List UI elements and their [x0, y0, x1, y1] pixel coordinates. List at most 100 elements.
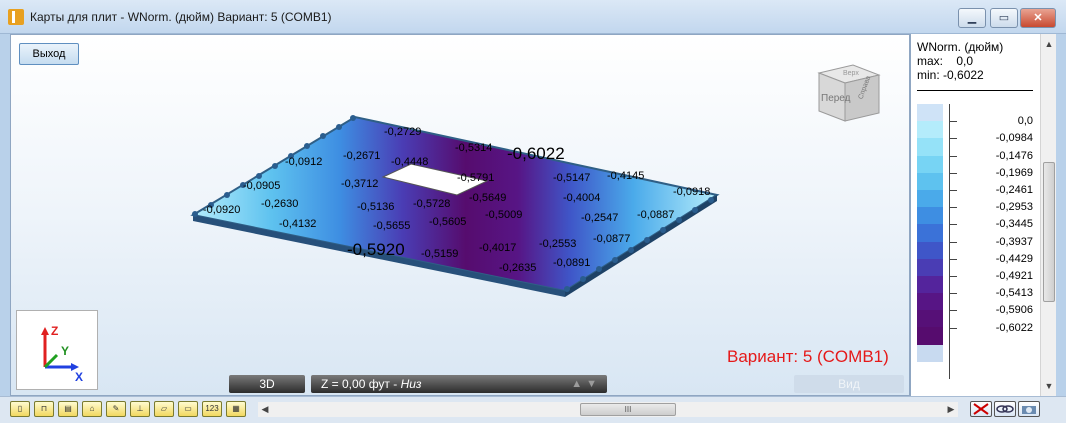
legend-swatch — [917, 138, 943, 156]
axis-triad-icon: Z Y X — [41, 324, 83, 384]
legend-divider — [917, 90, 1033, 91]
legend-min: min: -0,6022 — [917, 68, 984, 82]
z-level-bar[interactable]: Z = 0,00 фут - Низ ▲▼ — [311, 375, 607, 393]
plate-value-label: -0,5147 — [553, 172, 590, 184]
grid-icon[interactable]: ⊓ — [34, 401, 54, 417]
axis-triad: Z Y X — [16, 310, 98, 390]
legend-swatch — [917, 344, 943, 362]
legend-swatch — [917, 258, 943, 276]
plate-value-label: -0,4004 — [563, 192, 600, 204]
scroll-down-icon[interactable]: ▼ — [1041, 378, 1057, 394]
plate-value-label: -0,2553 — [539, 238, 576, 250]
plate-value-label: -0,4132 — [279, 218, 316, 230]
legend-swatch — [917, 275, 943, 294]
scroll-left-icon[interactable]: ◀ — [258, 402, 272, 417]
plate-value-label: -0,5314 — [455, 142, 492, 154]
legend-tick — [949, 293, 957, 295]
legend-swatch — [917, 241, 943, 259]
plate-value-label: -0,0891 — [553, 257, 590, 269]
view-cube[interactable]: Перед Справа Верх — [809, 51, 889, 131]
legend-tick — [949, 155, 957, 157]
plate-contour-map: -0,2729 -0,5314 -0,6022 -0,0912 -0,2671 … — [190, 115, 720, 297]
legend-header: WNorm. (дюйм) max: 0,0 min: -0,6022 — [917, 40, 1003, 82]
area-icon[interactable]: ▭ — [178, 401, 198, 417]
legend-tick — [949, 224, 957, 226]
legend-value-label: -0,2461 — [995, 184, 1033, 196]
legend-value-label: -0,3445 — [995, 218, 1033, 231]
legend-value-label: -0,6022 — [995, 321, 1033, 334]
numbers-icon[interactable]: 123 — [202, 401, 222, 417]
legend-value-label: 0,0 — [1017, 115, 1033, 128]
load-icon[interactable]: ⌂ — [82, 401, 102, 417]
plate-value-label: -0,5728 — [413, 198, 450, 210]
z-level-text: Z = 0,00 фут - — [321, 377, 401, 391]
plate-value-label: -0,4145 — [607, 170, 644, 182]
beam-icon[interactable]: ⊥ — [130, 401, 150, 417]
legend-swatch — [917, 207, 943, 225]
pen-icon[interactable]: ✎ — [106, 401, 126, 417]
plate-value-label: -0,0877 — [593, 233, 630, 245]
maximize-button[interactable]: ▭ — [990, 8, 1018, 28]
slab-icon[interactable]: ▯ — [10, 401, 30, 417]
plate-value-label: -0,2630 — [261, 198, 298, 210]
title-bar: Карты для плит - WNorm. (дюйм) Вариант: … — [0, 0, 1066, 34]
scroll-right-icon[interactable]: ▶ — [944, 402, 958, 417]
legend-value-label: -0,5906 — [995, 304, 1033, 317]
camera-icon[interactable] — [1018, 401, 1040, 417]
table-icon[interactable]: ▦ — [226, 401, 246, 417]
legend-swatch — [917, 189, 943, 208]
plate-value-label: -0,0918 — [673, 186, 710, 198]
legend-tick — [949, 121, 957, 123]
panel-icon[interactable]: ▱ — [154, 401, 174, 417]
plate-value-label: -0,4017 — [479, 242, 516, 254]
dims-icon[interactable]: ▤ — [58, 401, 78, 417]
hscroll-thumb[interactable]: III — [580, 403, 676, 416]
legend-value-label: -0,4921 — [995, 270, 1033, 282]
view-button[interactable]: Вид — [794, 375, 904, 393]
link-icon[interactable] — [994, 401, 1016, 417]
minimize-button[interactable]: ▁ — [958, 8, 986, 28]
plate-value-label: -0,5791 — [457, 172, 494, 184]
plate-value-label: -0,0905 — [243, 180, 280, 192]
plate-value-label: -0,5920 — [347, 240, 405, 259]
legend-tick — [949, 276, 957, 277]
legend-title: WNorm. (дюйм) — [917, 40, 1004, 54]
plate-value-label: -0,0912 — [285, 156, 322, 168]
legend-swatch — [917, 104, 943, 122]
vertical-scrollbar[interactable]: ▲ ▼ — [1040, 34, 1056, 396]
scroll-thumb[interactable] — [1043, 162, 1055, 302]
axis-x-label: X — [75, 370, 83, 384]
exit-button[interactable]: Выход — [19, 43, 79, 65]
legend-swatch — [917, 327, 943, 345]
legend-value-label: -0,4429 — [995, 252, 1033, 265]
legend-value-label: -0,1476 — [995, 149, 1033, 162]
plate-value-label: -0,2635 — [499, 262, 536, 274]
legend-color-bar — [917, 104, 943, 362]
viewcube-top-label: Верх — [843, 70, 859, 77]
plate-value-label: -0,5136 — [357, 201, 394, 213]
plate-value-label: -0,2729 — [384, 126, 421, 138]
legend-tick — [949, 258, 957, 260]
z-level-arrows-icon[interactable]: ▲▼ — [571, 375, 601, 393]
plate-value-label: -0,2547 — [581, 212, 618, 224]
legend-swatch — [917, 310, 943, 328]
legend-tick — [949, 207, 957, 209]
legend-swatch — [917, 224, 943, 242]
legend-value-label: -0,3937 — [995, 235, 1033, 248]
horizontal-scrollbar[interactable]: ◀ III ▶ — [258, 402, 958, 417]
plate-value-label: -0,5655 — [373, 220, 410, 232]
legend-max: max: 0,0 — [917, 54, 974, 68]
plate-value-label: -0,5649 — [469, 192, 506, 204]
viewcube-front-label: Перед — [821, 93, 851, 104]
legend-tick — [949, 310, 957, 312]
close-button[interactable]: ✕ — [1020, 8, 1056, 28]
scroll-up-icon[interactable]: ▲ — [1041, 36, 1057, 52]
plate-value-label: -0,2671 — [343, 150, 380, 162]
delete-display-icon[interactable] — [970, 401, 992, 417]
window-title: Карты для плит - WNorm. (дюйм) Вариант: … — [30, 10, 332, 24]
model-viewport[interactable]: -0,2729 -0,5314 -0,6022 -0,0912 -0,2671 … — [10, 34, 910, 396]
view-mode-button[interactable]: 3D — [229, 375, 305, 393]
plate-value-label: -0,3712 — [341, 178, 378, 190]
plate-value-label: -0,5605 — [429, 216, 466, 228]
plate-value-label: -0,4448 — [391, 156, 428, 168]
